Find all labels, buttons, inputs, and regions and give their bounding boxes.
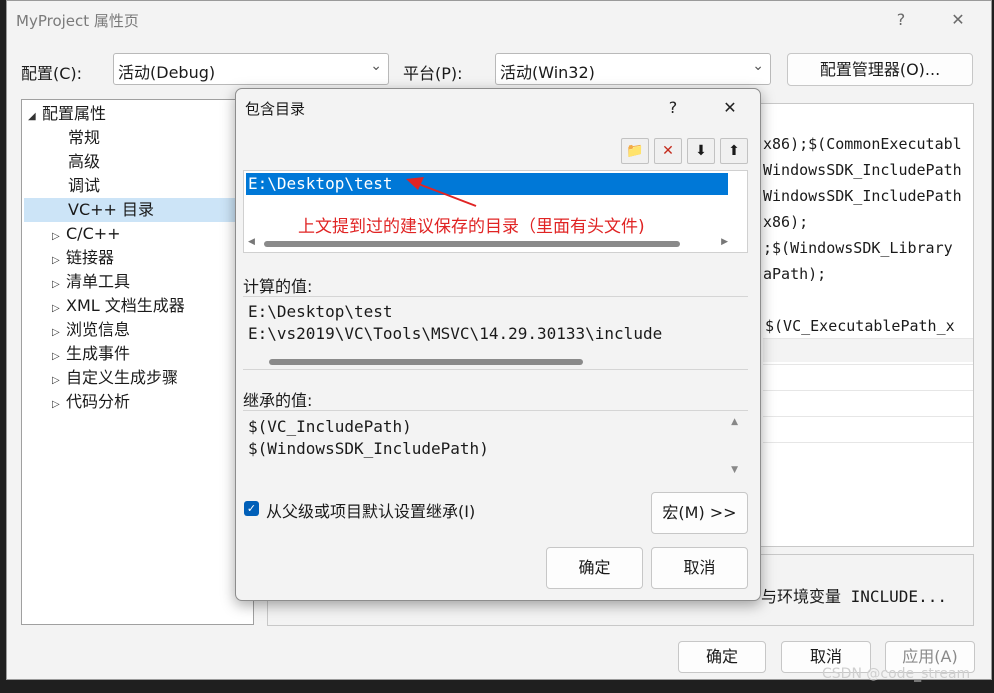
arrow-up-icon: ⬆ (728, 143, 740, 159)
inherited-value: $(WindowsSDK_IncludePath) (248, 439, 489, 458)
inherited-values-box: $(VC_IncludePath) $(WindowsSDK_IncludePa… (243, 410, 748, 482)
config-value: 活动(Debug) (118, 63, 216, 82)
tree-item-label: 自定义生成步骤 (66, 368, 179, 387)
tree-item-label: 链接器 (66, 248, 115, 267)
dialog-cancel-button[interactable]: 取消 (651, 547, 748, 589)
description-text: 与环境变量 INCLUDE... (761, 587, 947, 606)
grid-value-line[interactable]: x86);$(CommonExecutabl (763, 131, 973, 157)
computed-hscrollbar[interactable] (253, 355, 733, 367)
tree-item-custom-build[interactable]: ▷ 自定义生成步骤 (52, 366, 178, 390)
computed-values-box: E:\Desktop\test E:\vs2019\VC\Tools\MSVC\… (243, 296, 748, 370)
config-manager-button[interactable]: 配置管理器(O)... (787, 53, 973, 86)
title-bar: MyProject 属性页 ? ✕ (7, 1, 991, 39)
window-title: MyProject 属性页 (16, 12, 139, 30)
new-line-button[interactable]: 📁 (621, 138, 649, 164)
tree-item-label: 浏览信息 (66, 320, 131, 339)
scroll-thumb[interactable] (264, 241, 680, 247)
checkmark-icon: ✓ (246, 502, 257, 515)
computed-value: E:\Desktop\test (248, 302, 393, 321)
dialog-title: 包含目录 (245, 100, 306, 118)
close-button[interactable]: ✕ (944, 7, 972, 33)
inherit-checkbox[interactable]: ✓ (244, 501, 259, 516)
tree-item-browse-info[interactable]: ▷ 浏览信息 (52, 318, 130, 342)
dialog-help-button[interactable]: ? (659, 95, 687, 121)
scroll-thumb[interactable] (269, 359, 583, 365)
tree-item-label: C/C++ (66, 224, 121, 243)
watermark: CSDN @code_stream (822, 666, 971, 682)
tree-item-label: XML 文档生成器 (66, 296, 185, 315)
grid-row[interactable] (763, 390, 973, 414)
config-combo[interactable]: 活动(Debug) ⌄ (113, 53, 389, 85)
scroll-up-icon[interactable]: ▲ (731, 417, 738, 427)
scroll-right-icon: ▶ (721, 237, 728, 247)
move-up-button[interactable]: ⬆ (720, 138, 748, 164)
tree-item-label: 代码分析 (66, 392, 131, 411)
config-label: 配置(C): (21, 64, 83, 83)
annotation-text: 上文提到过的建议保存的目录（里面有头文件) (298, 217, 645, 237)
tree-item-linker[interactable]: ▷ 链接器 (52, 246, 114, 270)
tree-item-debugging[interactable]: 调试 (68, 174, 100, 198)
grid-value-line[interactable] (763, 287, 973, 313)
help-button[interactable]: ? (887, 7, 915, 33)
grid-value-line[interactable]: WindowsSDK_IncludePath (763, 157, 973, 183)
main-ok-button[interactable]: 确定 (678, 641, 766, 673)
tree-item-build-events[interactable]: ▷ 生成事件 (52, 342, 130, 366)
expanded-arrow-icon: ◢ (28, 111, 36, 122)
inherited-label: 继承的值: (243, 391, 313, 410)
tree-item-label: 清单工具 (66, 272, 131, 291)
grid-value-line[interactable]: ;$(WindowsSDK_Library (763, 235, 973, 261)
list-item[interactable]: E:\Desktop\test (246, 173, 728, 195)
tree-root-label: 配置属性 (42, 104, 107, 123)
computed-label: 计算的值: (243, 277, 313, 296)
platform-label: 平台(P): (403, 64, 463, 83)
inherit-checkbox-label: 从父级或项目默认设置继承(I) (266, 502, 476, 521)
move-down-button[interactable]: ⬇ (687, 138, 715, 164)
chevron-down-icon: ⌄ (370, 58, 382, 74)
macro-button[interactable]: 宏(M) >> (651, 492, 748, 534)
tree-item-general[interactable]: 常规 (68, 126, 100, 150)
grid-row[interactable] (763, 338, 973, 362)
arrow-down-icon: ⬇ (695, 143, 707, 159)
tree-root[interactable]: ◢ 配置属性 (28, 102, 106, 126)
grid-row[interactable] (763, 364, 973, 388)
grid-value-line[interactable]: aPath); (763, 261, 973, 287)
tree-item-manifest-tool[interactable]: ▷ 清单工具 (52, 270, 130, 294)
grid-value-line[interactable]: WindowsSDK_IncludePath (763, 183, 973, 209)
grid-value-line[interactable]: $(VC_ExecutablePath_x (765, 313, 973, 339)
computed-value: E:\vs2019\VC\Tools\MSVC\14.29.30133\incl… (248, 324, 663, 343)
grid-row[interactable] (763, 442, 973, 466)
tree-item-cpp[interactable]: ▷ C/C++ (52, 222, 121, 246)
grid-row[interactable] (763, 416, 973, 440)
list-hscrollbar[interactable]: ◀ ▶ (248, 237, 728, 249)
tree-item-code-analysis[interactable]: ▷ 代码分析 (52, 390, 130, 414)
scroll-down-icon[interactable]: ▼ (731, 465, 738, 475)
include-directories-dialog: 包含目录 ? ✕ 📁 ✕ ⬇ ⬆ E:\Desktop\test ◀ ▶ 上文提… (235, 88, 761, 601)
collapsed-arrow-icon: ▷ (52, 399, 60, 410)
property-tree: ◢ 配置属性 常规 高级 调试 VC++ 目录 ▷ C/C++ ▷ 链接器 ▷ 清单工具… (21, 99, 254, 625)
tree-item-label: 生成事件 (66, 344, 131, 363)
grid-value-line[interactable]: x86); (763, 209, 973, 235)
tree-item-advanced[interactable]: 高级 (68, 150, 100, 174)
dialog-ok-button[interactable]: 确定 (546, 547, 643, 589)
platform-value: 活动(Win32) (500, 63, 595, 82)
delete-icon: ✕ (662, 143, 674, 159)
platform-combo[interactable]: 活动(Win32) ⌄ (495, 53, 771, 85)
tree-item-vc-directories[interactable]: VC++ 目录 (24, 198, 251, 222)
delete-line-button[interactable]: ✕ (654, 138, 682, 164)
inherited-value: $(VC_IncludePath) (248, 417, 412, 436)
tree-item-xml-doc[interactable]: ▷ XML 文档生成器 (52, 294, 185, 318)
chevron-down-icon: ⌄ (752, 58, 764, 74)
dialog-close-button[interactable]: ✕ (716, 95, 744, 121)
scroll-left-icon: ◀ (248, 237, 255, 247)
new-folder-icon: 📁 (626, 143, 644, 159)
